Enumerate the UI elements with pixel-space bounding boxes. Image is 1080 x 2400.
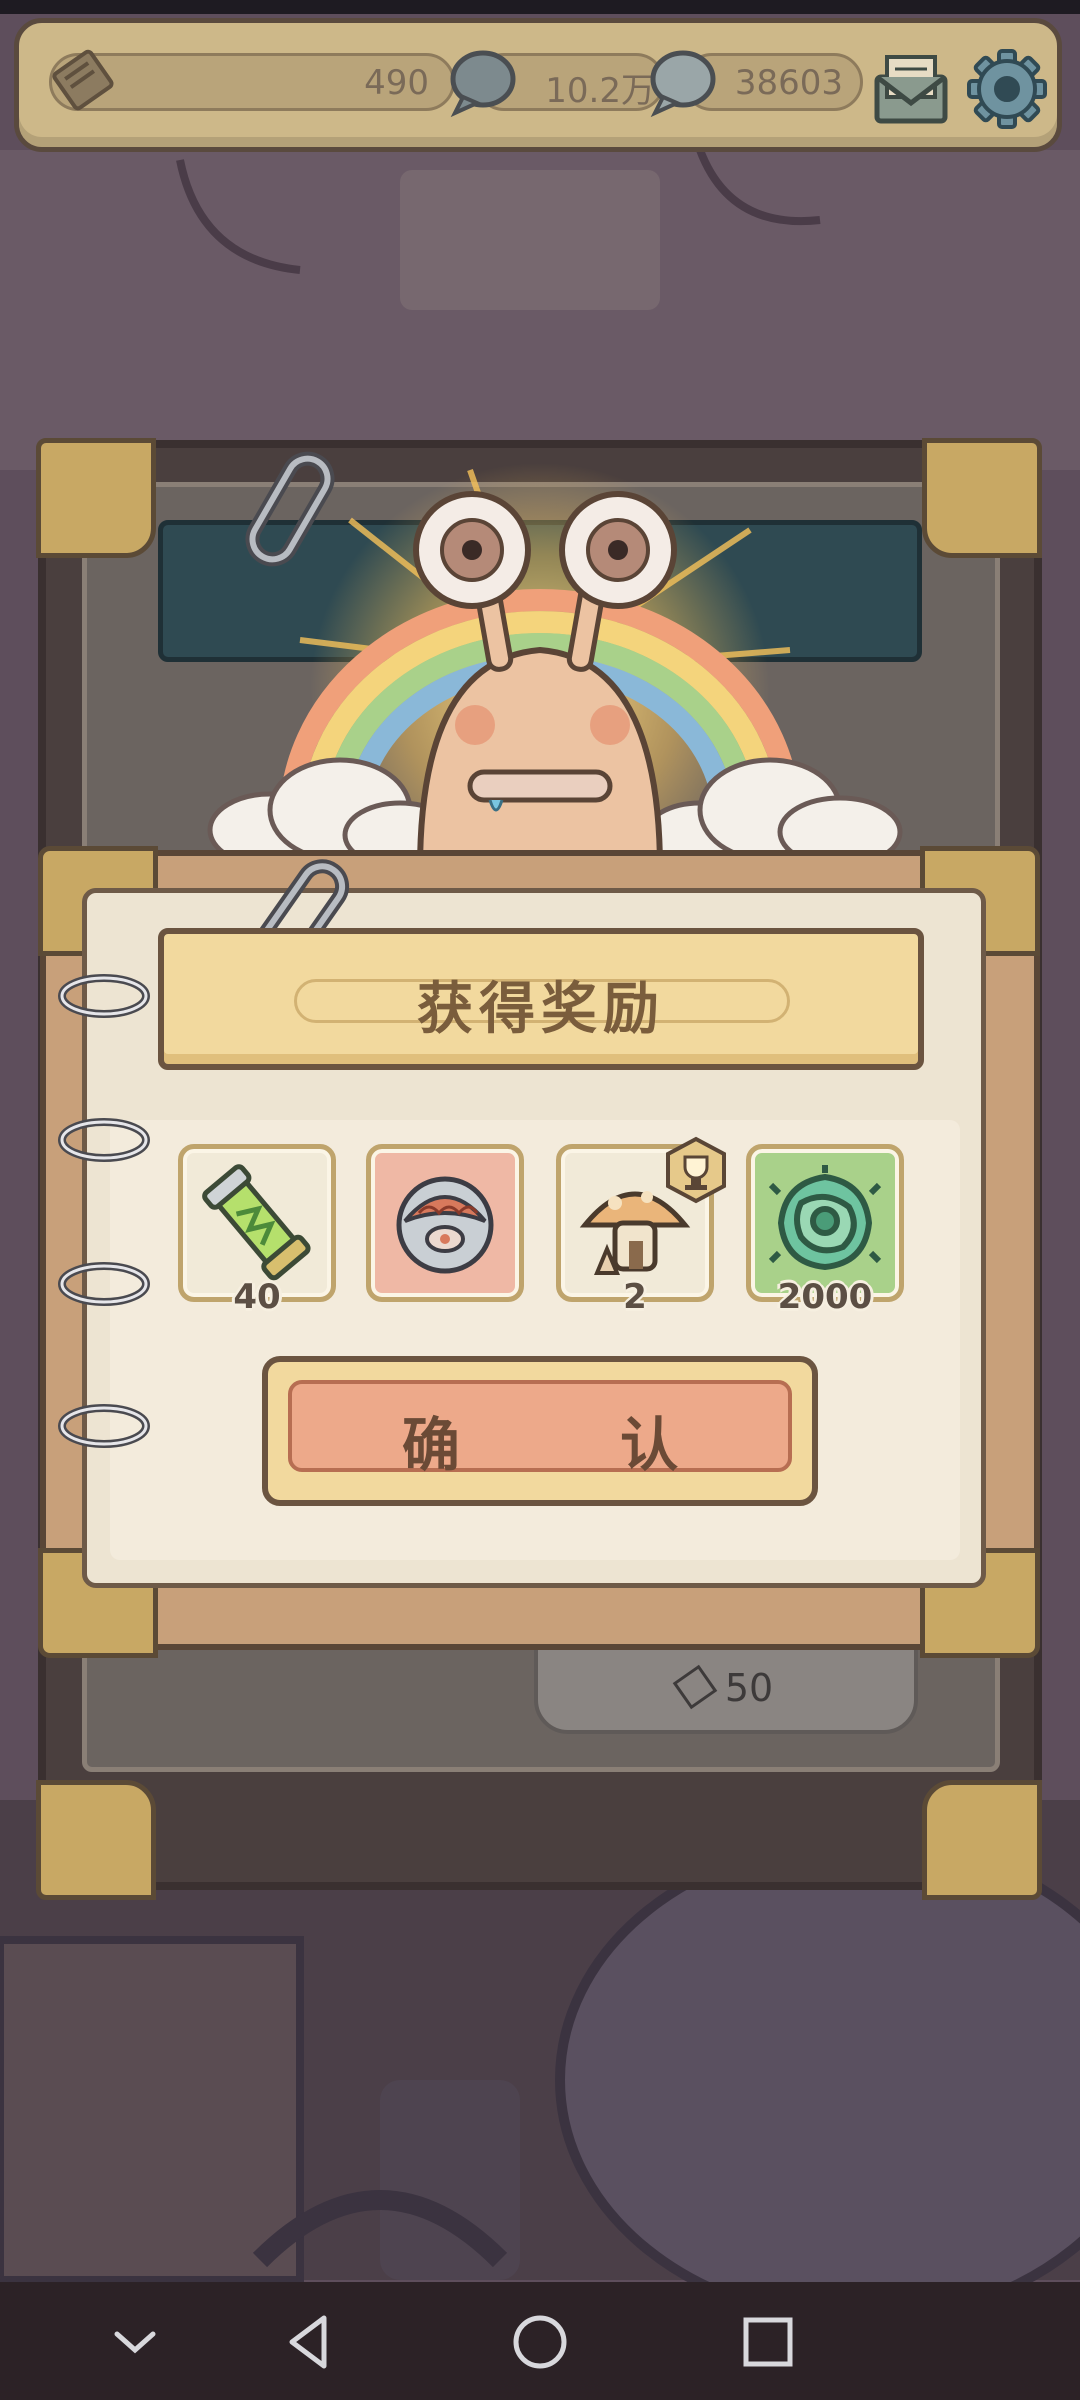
currency3-value: 38603 xyxy=(734,63,843,103)
ticket-icon xyxy=(52,49,114,111)
frame-corner xyxy=(922,438,1042,558)
speech-bubble-icon xyxy=(650,50,716,118)
binder-ring-icon xyxy=(58,1262,150,1306)
gear-icon[interactable] xyxy=(965,47,1049,131)
speech-bubble-icon xyxy=(450,50,516,118)
reward-item[interactable] xyxy=(366,1144,524,1302)
frame-corner xyxy=(922,1780,1042,1900)
confirm-button[interactable]: 确 认 xyxy=(262,1356,818,1506)
back-triangle-icon[interactable] xyxy=(270,2302,350,2382)
binder-ring-icon xyxy=(58,1404,150,1448)
confirm-button-face: 确 认 xyxy=(288,1380,792,1479)
frame-corner xyxy=(36,438,156,558)
currency-hud: 490 10.2万 38603 xyxy=(14,18,1062,152)
machine-price-value: 50 xyxy=(724,1666,774,1710)
green-virus-icon xyxy=(768,1165,882,1271)
status-bar xyxy=(0,0,1080,14)
binder-ring-icon xyxy=(58,1118,150,1162)
brain-orb-icon xyxy=(396,1176,494,1274)
binder-ring-icon xyxy=(58,974,150,1018)
reward-item[interactable]: 2000 xyxy=(746,1144,904,1317)
ticket-icon xyxy=(672,1664,718,1710)
reward-item[interactable]: 40 xyxy=(178,1144,336,1317)
confirm-label: 确 认 xyxy=(401,1411,749,1479)
reward-count: 2000 xyxy=(777,1277,873,1317)
home-circle-icon[interactable] xyxy=(500,2302,580,2382)
machine-price: 50 xyxy=(538,1664,914,1710)
reward-title-banner: 获得奖励 xyxy=(158,928,924,1070)
frame-corner xyxy=(36,1780,156,1900)
paperclip-icon xyxy=(245,451,335,567)
trophy-badge-icon xyxy=(666,1136,726,1204)
chevron-down-icon[interactable] xyxy=(95,2302,175,2382)
reward-item[interactable]: 2 xyxy=(556,1136,726,1317)
dialog-title: 获得奖励 xyxy=(417,977,665,1042)
reward-count: 2 xyxy=(623,1277,647,1317)
machine-price-tag: 50 xyxy=(534,1642,918,1734)
system-navigation-bar xyxy=(0,2282,1080,2400)
game-scene: 490 10.2万 38603 50 获得奖励 40 2 2000 确 认 xyxy=(0,0,1080,2400)
reward-count: 40 xyxy=(233,1277,281,1317)
mail-icon[interactable] xyxy=(869,47,953,131)
currency2-value: 10.2万 xyxy=(545,71,655,111)
green-tube-icon xyxy=(202,1164,311,1281)
recents-square-icon[interactable] xyxy=(728,2302,808,2382)
currency1-value: 490 xyxy=(364,63,429,103)
